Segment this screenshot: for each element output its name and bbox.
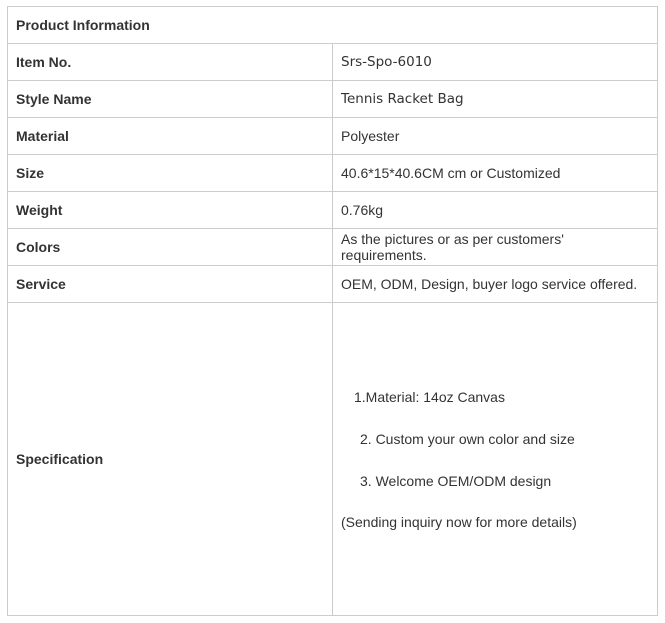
row-value: Tennis Racket Bag bbox=[332, 80, 658, 118]
row-value: As the pictures or as per customers' req… bbox=[332, 228, 658, 266]
row-label: Service bbox=[7, 265, 333, 303]
row-value: 0.76kg bbox=[332, 191, 658, 229]
row-label: Colors bbox=[7, 228, 333, 266]
spec-line: 1.Material: 14oz Canvas bbox=[354, 389, 505, 405]
table-row-specification: Specification 1.Material: 14oz Canvas 2.… bbox=[7, 302, 658, 616]
row-label: Item No. bbox=[7, 43, 333, 81]
row-label: Specification bbox=[7, 302, 333, 616]
row-value: 40.6*15*40.6CM cm or Customized bbox=[332, 154, 658, 192]
row-value: Polyester bbox=[332, 117, 658, 155]
spec-line: 2. Custom your own color and size bbox=[360, 431, 575, 447]
row-label: Style Name bbox=[7, 80, 333, 118]
row-value: OEM, ODM, Design, buyer logo service off… bbox=[332, 265, 658, 303]
table-row-material: Material Polyester bbox=[7, 117, 658, 155]
table-row-weight: Weight 0.76kg bbox=[7, 191, 658, 229]
specification-value: 1.Material: 14oz Canvas 2. Custom your o… bbox=[332, 302, 658, 616]
table-row-service: Service OEM, ODM, Design, buyer logo ser… bbox=[7, 265, 658, 303]
specification-lines: 1.Material: 14oz Canvas 2. Custom your o… bbox=[341, 376, 649, 542]
table-row-item-no: Item No. Srs-Spo-6010 bbox=[7, 43, 658, 81]
table-header: Product Information bbox=[7, 6, 658, 44]
spec-line: (Sending inquiry now for more details) bbox=[341, 514, 577, 530]
row-label: Size bbox=[7, 154, 333, 192]
product-info-container: Product Information Item No. Srs-Spo-601… bbox=[7, 6, 658, 616]
row-label: Material bbox=[7, 117, 333, 155]
table-row-colors: Colors As the pictures or as per custome… bbox=[7, 228, 658, 266]
row-value: Srs-Spo-6010 bbox=[332, 43, 658, 81]
table-row-size: Size 40.6*15*40.6CM cm or Customized bbox=[7, 154, 658, 192]
table-row-style-name: Style Name Tennis Racket Bag bbox=[7, 80, 658, 118]
row-label: Weight bbox=[7, 191, 333, 229]
product-info-table: Product Information Item No. Srs-Spo-601… bbox=[7, 6, 658, 616]
spec-line: 3. Welcome OEM/ODM design bbox=[360, 473, 552, 489]
table-header-row: Product Information bbox=[7, 6, 658, 44]
